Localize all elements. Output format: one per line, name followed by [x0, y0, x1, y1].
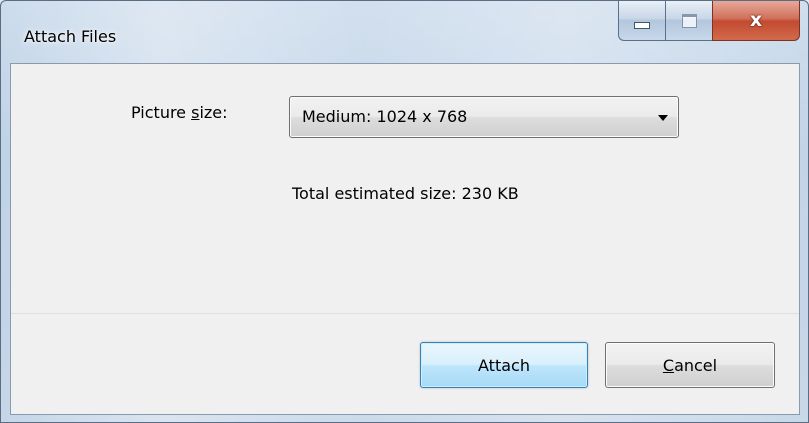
maximize-icon — [681, 13, 697, 28]
dialog-client-area: Picture size: Medium: 1024 x 768 Total e… — [10, 63, 800, 415]
caption-buttons: x — [618, 1, 800, 43]
picture-size-label-post: ize: — [199, 103, 228, 122]
cancel-button-rest: ancel — [674, 355, 718, 375]
minimize-button[interactable] — [618, 1, 665, 41]
maximize-button — [665, 1, 712, 41]
cancel-button-label: Cancel — [663, 356, 717, 375]
minimize-icon — [634, 22, 650, 29]
close-button[interactable]: x — [712, 1, 800, 41]
content-area: Picture size: Medium: 1024 x 768 Total e… — [11, 64, 799, 314]
button-footer: Attach Cancel — [11, 314, 799, 414]
attach-button[interactable]: Attach — [420, 342, 588, 388]
picture-size-dropdown[interactable]: Medium: 1024 x 768 — [289, 96, 679, 138]
total-estimated-size: Total estimated size: 230 KB — [292, 184, 519, 203]
picture-size-label: Picture size: — [131, 103, 228, 122]
cancel-button[interactable]: Cancel — [605, 342, 775, 388]
window-title: Attach Files — [24, 27, 117, 46]
picture-size-selected-value: Medium: 1024 x 768 — [302, 107, 468, 126]
title-bar[interactable]: Attach Files x — [1, 1, 808, 63]
attach-button-label: Attach — [478, 355, 530, 375]
cancel-button-accel: C — [662, 355, 675, 375]
chevron-down-icon — [658, 115, 668, 121]
picture-size-label-pre: Picture — [131, 103, 192, 122]
close-icon: x — [749, 9, 763, 31]
dialog-window: Attach Files x Picture size: Medium: 102… — [0, 0, 809, 423]
